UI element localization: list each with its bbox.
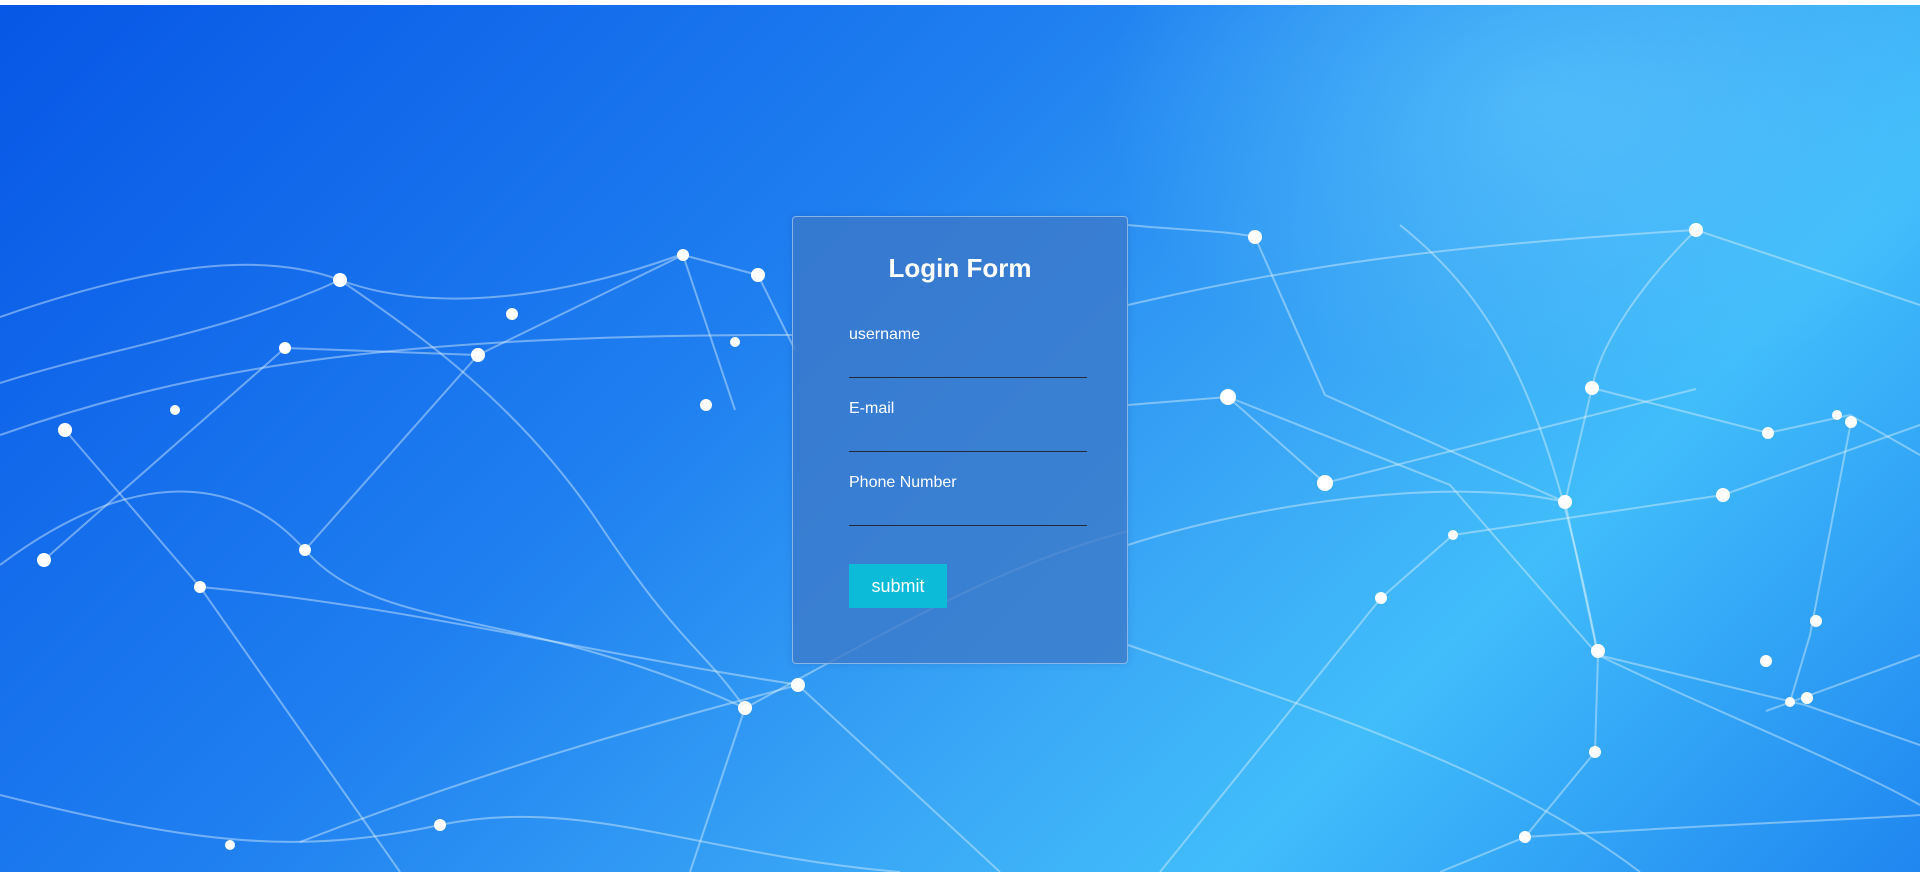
email-label: E-mail [849,400,895,417]
username-input[interactable] [849,356,1087,378]
network-background: Login Form username E-mail Phone Number … [0,5,1920,872]
phone-number-label: Phone Number [849,474,957,491]
phone-number-input[interactable] [849,504,1087,526]
form-title: Login Form [888,253,1032,283]
username-field-group: username [849,326,1087,378]
email-input[interactable] [849,430,1087,452]
submit-button[interactable]: submit [849,564,947,608]
email-field-group: E-mail [849,400,1087,452]
login-card: Login Form username E-mail Phone Number … [792,216,1128,664]
phone-field-group: Phone Number [849,474,1087,526]
username-label: username [849,326,921,343]
